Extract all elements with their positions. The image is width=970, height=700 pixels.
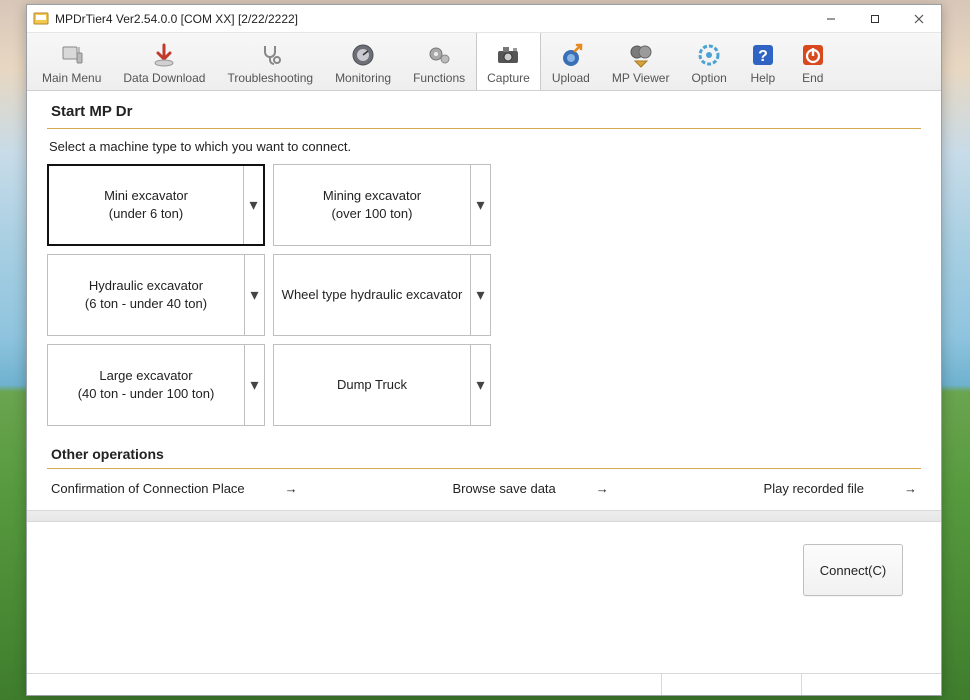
maximize-button[interactable] (853, 5, 897, 33)
machine-label: Mini excavator (104, 187, 188, 205)
status-bar (27, 673, 941, 695)
gauge-icon (349, 41, 377, 69)
divider (47, 468, 921, 469)
machine-label: Hydraulic excavator (89, 277, 203, 295)
chevron-down-icon: ▾ (250, 375, 258, 395)
divider (47, 128, 921, 129)
arrow-right-icon: → (285, 481, 298, 496)
toolbar-label: Main Menu (42, 71, 101, 85)
toolbar-label: MP Viewer (612, 71, 670, 85)
machine-type-grid: Mini excavator (under 6 ton) ▾ Mining ex… (47, 164, 921, 426)
arrow-right-icon: → (596, 481, 609, 496)
machine-sub: (40 ton - under 100 ton) (78, 385, 215, 403)
camera-icon (494, 41, 522, 69)
chevron-down-icon: ▾ (476, 375, 484, 395)
chevron-down-icon: ▾ (476, 285, 484, 305)
dropdown-toggle[interactable]: ▾ (244, 255, 264, 335)
dropdown-toggle[interactable]: ▾ (470, 165, 490, 245)
machine-mini-excavator[interactable]: Mini excavator (under 6 ton) ▾ (47, 164, 265, 246)
toolbar-capture[interactable]: Capture (476, 33, 541, 90)
chevron-down-icon: ▾ (249, 195, 257, 215)
content-area: Start MP Dr Select a machine type to whi… (27, 91, 941, 673)
dropdown-toggle[interactable]: ▾ (470, 255, 490, 335)
machine-sub: (under 6 ton) (109, 205, 183, 223)
machine-sub: (6 ton - under 40 ton) (85, 295, 207, 313)
chevron-down-icon: ▾ (476, 195, 484, 215)
machine-dump-truck[interactable]: Dump Truck ▾ (273, 344, 491, 426)
application-window: MPDrTier4 Ver2.54.0.0 [COM XX] [2/22/222… (26, 4, 942, 696)
other-operations-row: Confirmation of Connection Place → Brows… (47, 477, 921, 506)
arrow-right-icon: → (904, 481, 917, 496)
machine-hydraulic-excavator[interactable]: Hydraulic excavator (6 ton - under 40 to… (47, 254, 265, 336)
machine-sub: (over 100 ton) (332, 205, 413, 223)
minimize-button[interactable] (809, 5, 853, 33)
footer: Connect(C) (47, 522, 921, 618)
machine-mining-excavator[interactable]: Mining excavator (over 100 ton) ▾ (273, 164, 491, 246)
op-browse-save-data[interactable]: Browse save data → (452, 481, 608, 496)
machine-label: Mining excavator (323, 187, 421, 205)
machine-label: Large excavator (99, 367, 192, 385)
stethoscope-icon (256, 41, 284, 69)
op-label: Browse save data (452, 481, 555, 496)
toolbar-data-download[interactable]: Data Download (112, 33, 216, 90)
connect-label: Connect(C) (820, 563, 886, 578)
upload-icon (557, 41, 585, 69)
gears-icon (425, 41, 453, 69)
titlebar: MPDrTier4 Ver2.54.0.0 [COM XX] [2/22/222… (27, 5, 941, 33)
main-menu-icon (58, 41, 86, 69)
toolbar-label: Functions (413, 71, 465, 85)
toolbar-help[interactable]: ? Help (738, 33, 788, 90)
other-operations-header: Other operations (47, 446, 921, 462)
toolbar-label: Option (691, 71, 726, 85)
machine-label: Dump Truck (337, 376, 407, 394)
power-icon (799, 41, 827, 69)
op-label: Confirmation of Connection Place (51, 481, 245, 496)
option-gear-icon (695, 41, 723, 69)
toolbar-label: Upload (552, 71, 590, 85)
chevron-down-icon: ▾ (250, 285, 258, 305)
viewer-icon (627, 41, 655, 69)
window-title: MPDrTier4 Ver2.54.0.0 [COM XX] [2/22/222… (55, 12, 298, 26)
dropdown-toggle[interactable]: ▾ (470, 345, 490, 425)
help-icon: ? (749, 41, 777, 69)
toolbar-label: Monitoring (335, 71, 391, 85)
op-play-recorded-file[interactable]: Play recorded file → (764, 481, 917, 496)
toolbar-label: Data Download (123, 71, 205, 85)
connect-button[interactable]: Connect(C) (803, 544, 903, 596)
toolbar-label: End (802, 71, 823, 85)
toolbar-functions[interactable]: Functions (402, 33, 476, 90)
toolbar-label: Troubleshooting (227, 71, 313, 85)
machine-large-excavator[interactable]: Large excavator (40 ton - under 100 ton)… (47, 344, 265, 426)
svg-text:?: ? (758, 48, 768, 65)
page-title: Start MP Dr (47, 103, 921, 128)
toolbar: Main Menu Data Download Troubleshooting … (27, 33, 941, 91)
prompt-text: Select a machine type to which you want … (49, 139, 921, 154)
toolbar-main-menu[interactable]: Main Menu (31, 33, 112, 90)
close-button[interactable] (897, 5, 941, 33)
section-divider (27, 510, 941, 522)
toolbar-label: Help (750, 71, 775, 85)
dropdown-toggle[interactable]: ▾ (244, 345, 264, 425)
toolbar-monitoring[interactable]: Monitoring (324, 33, 402, 90)
machine-label: Wheel type hydraulic excavator (282, 286, 463, 304)
toolbar-end[interactable]: End (788, 33, 838, 90)
op-confirm-connection[interactable]: Confirmation of Connection Place → (51, 481, 298, 496)
toolbar-option[interactable]: Option (680, 33, 737, 90)
toolbar-mp-viewer[interactable]: MP Viewer (601, 33, 681, 90)
app-icon (33, 11, 49, 27)
machine-wheel-hydraulic-excavator[interactable]: Wheel type hydraulic excavator ▾ (273, 254, 491, 336)
toolbar-label: Capture (487, 71, 530, 85)
download-icon (150, 41, 178, 69)
toolbar-upload[interactable]: Upload (541, 33, 601, 90)
toolbar-troubleshooting[interactable]: Troubleshooting (216, 33, 324, 90)
dropdown-toggle[interactable]: ▾ (243, 166, 263, 244)
op-label: Play recorded file (764, 481, 864, 496)
